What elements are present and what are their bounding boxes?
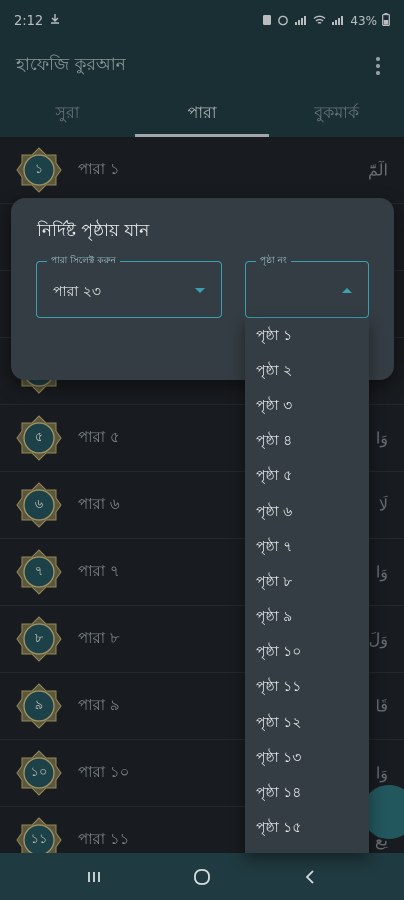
page-select-dropdown[interactable]: পৃষ্ঠা নং [245, 254, 369, 318]
page-option[interactable]: পৃষ্ঠা ১০ [245, 635, 369, 670]
page-option[interactable]: পৃষ্ঠা ৭ [245, 529, 369, 564]
dialog-title: নির্দিষ্ট পৃষ্ঠায় যান [37, 221, 150, 241]
para-select-value: পারা ২৩ [53, 284, 101, 300]
page-option[interactable]: পৃষ্ঠা ১৩ [245, 740, 369, 775]
para-select-label: পারা সিলেক্ট করুন [47, 254, 120, 268]
page-option[interactable]: পৃষ্ঠা ৫ [245, 459, 369, 494]
page-option[interactable]: পৃষ্ঠা ১১ [245, 670, 369, 705]
nav-bar [0, 853, 404, 900]
page-option[interactable]: পৃষ্ঠা ৪ [245, 424, 369, 459]
home-icon[interactable] [182, 862, 222, 892]
page-option[interactable]: পৃষ্ঠা ১২ [245, 705, 369, 740]
page-option[interactable]: পৃষ্ঠা ৮ [245, 564, 369, 599]
page-dropdown-menu: পৃষ্ঠা ১ পৃষ্ঠা ২ পৃষ্ঠা ৩ পৃষ্ঠা ৪ পৃষ্ঠা ৫… [245, 318, 369, 853]
page-option[interactable]: পৃষ্ঠা ১৫ [245, 811, 369, 846]
page-option[interactable]: পৃষ্ঠা ২ [245, 353, 369, 388]
recents-icon[interactable] [74, 862, 114, 892]
page-option[interactable]: পৃষ্ঠা ৯ [245, 600, 369, 635]
para-select-dropdown[interactable]: পারা সিলেক্ট করুন পারা ২৩ [36, 254, 222, 318]
back-icon[interactable] [290, 862, 330, 892]
page-option[interactable]: পৃষ্ঠা ৩ [245, 388, 369, 423]
chevron-down-icon [195, 288, 205, 293]
chevron-up-icon [342, 288, 352, 293]
page-option[interactable]: পৃষ্ঠা ১ [245, 318, 369, 353]
page-option[interactable]: পৃষ্ঠা ১৪ [245, 775, 369, 810]
page-select-label: পৃষ্ঠা নং [256, 254, 291, 268]
page-option[interactable]: পৃষ্ঠা ৬ [245, 494, 369, 529]
